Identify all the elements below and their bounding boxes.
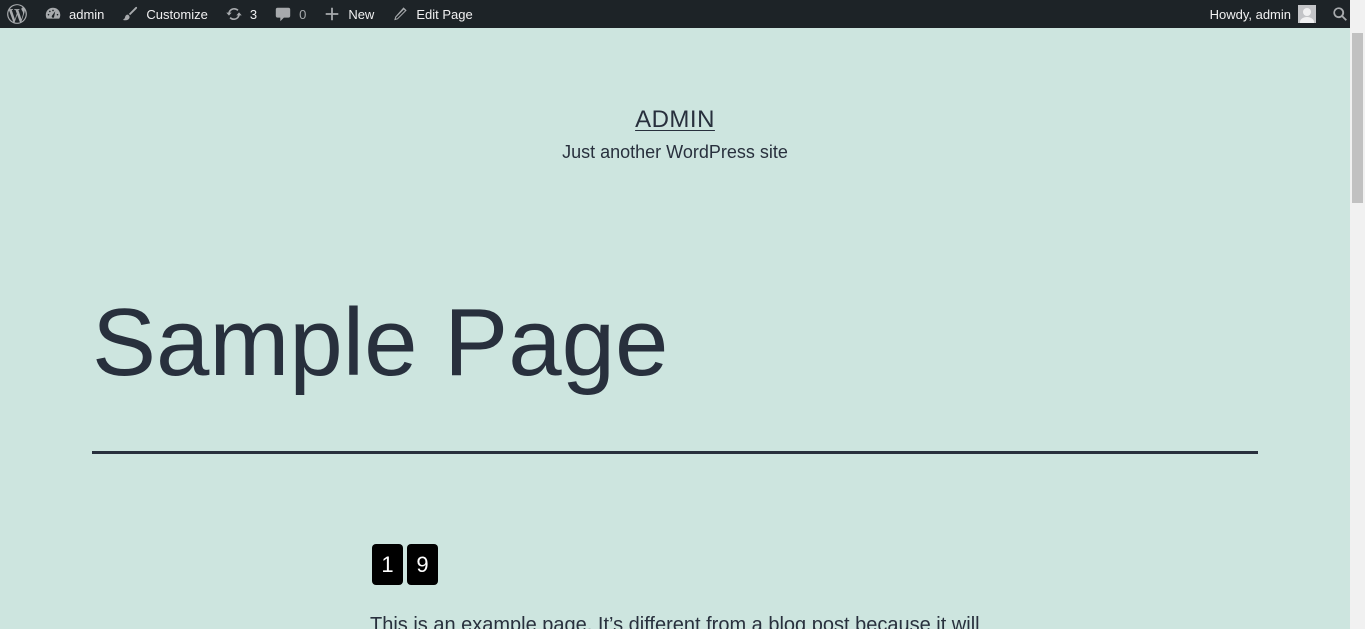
new-content-menu[interactable]: New: [314, 0, 382, 28]
site-description: Just another WordPress site: [562, 142, 788, 162]
counter-widget: 1 9: [372, 544, 438, 585]
new-label: New: [348, 6, 375, 22]
site-name-menu[interactable]: admin: [35, 0, 112, 28]
counter-digit: 1: [372, 544, 403, 585]
site-name-label: admin: [69, 6, 105, 22]
paintbrush-icon: [120, 4, 140, 24]
counter-digit: 9: [407, 544, 438, 585]
plus-icon: [322, 4, 342, 24]
site-header: ADMIN Just another WordPress site: [0, 28, 1350, 163]
admin-bar: admin Customize 3 0 New Edit Page Howdy,…: [0, 0, 1365, 28]
comment-icon: [273, 4, 293, 24]
edit-page-label: Edit Page: [416, 6, 473, 22]
scrollbar-thumb[interactable]: [1352, 33, 1363, 203]
comments-count: 0: [299, 6, 307, 22]
admin-bar-secondary: Howdy, admin: [1202, 0, 1365, 28]
page-title: Sample Page: [92, 289, 669, 396]
search-icon: [1330, 4, 1350, 24]
wordpress-logo-icon: [6, 3, 28, 25]
search-button[interactable]: [1324, 0, 1350, 28]
wordpress-menu[interactable]: [0, 0, 35, 28]
customize-label: Customize: [146, 6, 208, 22]
edit-page-link[interactable]: Edit Page: [382, 0, 480, 28]
updates-icon: [224, 4, 244, 24]
customize-link[interactable]: Customize: [112, 0, 215, 28]
title-divider: [92, 451, 1258, 454]
intro-paragraph: This is an example page. It’s different …: [370, 614, 980, 629]
updates-link[interactable]: 3: [216, 0, 265, 28]
updates-count: 3: [249, 6, 258, 22]
my-account-menu[interactable]: Howdy, admin: [1202, 0, 1324, 28]
vertical-scrollbar[interactable]: [1350, 0, 1365, 629]
howdy-label: Howdy, admin: [1209, 6, 1291, 22]
site-title-link[interactable]: ADMIN: [635, 106, 715, 134]
avatar: [1298, 5, 1316, 23]
dashboard-icon: [43, 4, 63, 24]
comments-link[interactable]: 0: [265, 0, 314, 28]
pencil-icon: [390, 4, 410, 24]
